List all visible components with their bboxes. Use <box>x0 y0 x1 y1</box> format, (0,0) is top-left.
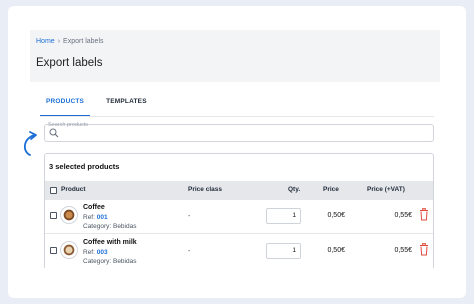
breadcrumb-separator: › <box>57 38 61 45</box>
row-checkbox[interactable] <box>50 212 57 219</box>
search-field[interactable] <box>44 124 434 142</box>
product-name: Coffee <box>83 204 105 211</box>
breadcrumb-home-link[interactable]: Home <box>36 38 55 45</box>
selected-count: 3 selected products <box>49 162 120 171</box>
product-ref: Ref: 001 <box>83 214 108 221</box>
product-category: Category: Bebidas <box>83 223 137 230</box>
search-input[interactable] <box>61 127 421 139</box>
header-price: Price <box>323 186 339 193</box>
select-all-checkbox[interactable] <box>50 187 57 194</box>
tab-templates[interactable]: TEMPLATES <box>100 96 153 116</box>
ref-label: Ref: <box>83 249 95 256</box>
search-label: Search products <box>48 122 89 128</box>
row-checkbox[interactable] <box>50 247 57 254</box>
breadcrumb: Home › Export labels <box>36 38 104 45</box>
ref-value: 001 <box>96 214 108 221</box>
trash-icon[interactable] <box>419 208 429 221</box>
header-price-class: Price class <box>188 186 222 193</box>
quantity-input[interactable]: 1 <box>266 243 301 259</box>
ref-label: Ref: <box>83 214 95 221</box>
selected-products-table: 3 selected products Product Price class … <box>44 153 434 268</box>
price-vat-value: 0,55€ <box>394 247 412 254</box>
export-labels-panel: Home › Export labels Export labels PRODUCT… <box>30 30 440 268</box>
coffee-with-milk-thumbnail <box>60 241 78 259</box>
header-qty: Qty. <box>288 186 301 193</box>
coffee-thumbnail <box>60 206 78 224</box>
breadcrumb-current: Export labels <box>63 38 104 45</box>
product-category: Category: Bebidas <box>83 258 137 265</box>
page-title: Export labels <box>36 57 103 69</box>
table-header: Product Price class Qty. Price Price (+V… <box>45 181 433 200</box>
price-value: 0,50€ <box>327 247 345 254</box>
product-ref: Ref: 003 <box>83 249 108 256</box>
price-class-value: - <box>188 248 191 255</box>
header-price-vat: Price (+VAT) <box>367 186 405 193</box>
price-vat-value: 0,55€ <box>394 212 412 219</box>
price-value: 0,50€ <box>327 212 345 219</box>
table-row: Coffee Ref: 001 Category: Bebidas - 1 0,… <box>45 200 433 234</box>
curved-arrow-icon <box>23 131 37 156</box>
trash-icon[interactable] <box>419 243 429 256</box>
search-icon <box>49 128 59 138</box>
tab-divider <box>40 116 434 117</box>
price-class-value: - <box>188 213 191 220</box>
product-name: Coffee with milk <box>83 239 137 246</box>
table-row: Coffee with milk Ref: 003 Category: Bebi… <box>45 235 433 268</box>
quantity-input[interactable]: 1 <box>266 208 301 224</box>
header-product: Product <box>61 186 86 193</box>
tab-products[interactable]: PRODUCTS <box>40 96 91 116</box>
ref-value: 003 <box>96 249 108 256</box>
tab-bar: PRODUCTS TEMPLATES <box>40 96 153 116</box>
main-content: PRODUCTS TEMPLATES Search products 3 sel… <box>30 82 440 268</box>
